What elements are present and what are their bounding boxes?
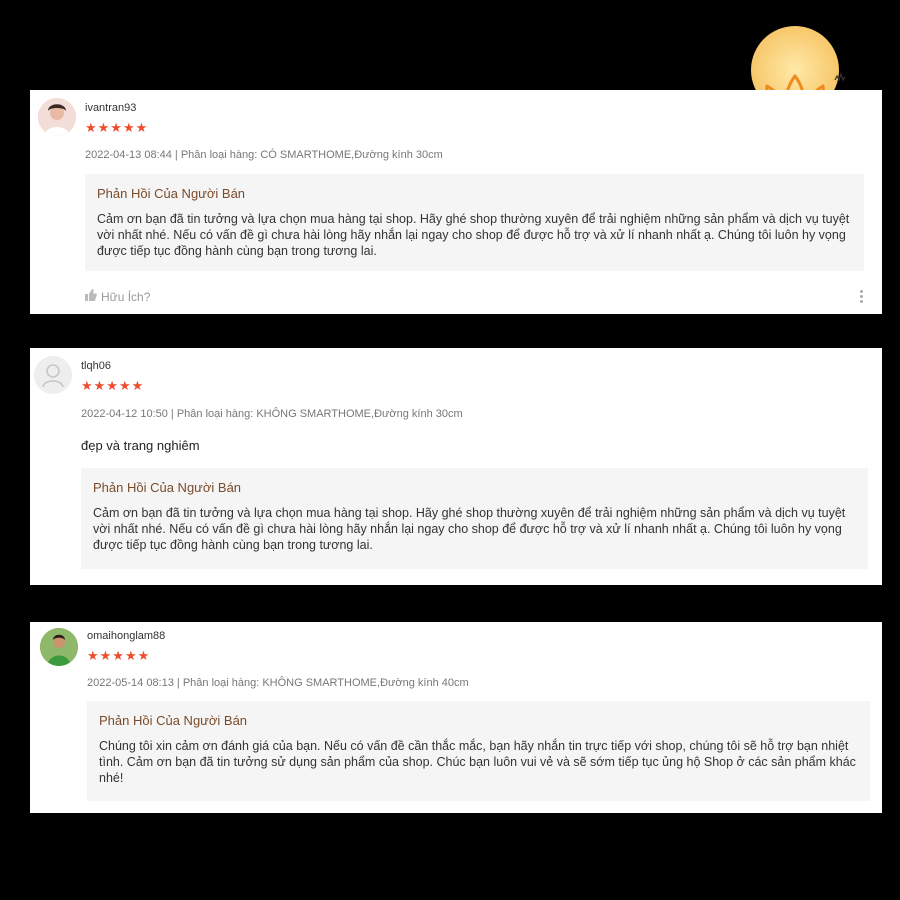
avatar[interactable] (38, 98, 76, 136)
review-meta: 2022-04-13 08:44 | Phân loại hàng: CÓ SM… (85, 149, 443, 161)
star-rating: ★★★★★ (81, 378, 145, 393)
helpful-label: Hữu Ích? (101, 289, 151, 304)
review-meta: 2022-04-12 10:50 | Phân loại hàng: KHÔNG… (81, 408, 463, 420)
reply-title: Phản Hồi Của Người Bán (97, 186, 246, 201)
more-vertical-icon[interactable] (860, 290, 864, 303)
helpful-button[interactable]: Hữu Ích? (84, 289, 150, 304)
seller-reply: Phản Hồi Của Người Bán Cảm ơn bạn đã tin… (85, 174, 864, 271)
review-card: tlqh06 ★★★★★ 2022-04-12 10:50 | Phân loạ… (30, 348, 882, 585)
reply-text: Chúng tôi xin cảm ơn đánh giá của bạn. N… (99, 739, 856, 785)
star-rating: ★★★★★ (85, 120, 149, 135)
default-avatar-icon[interactable] (34, 356, 72, 394)
seller-reply: Phản Hồi Của Người Bán Chúng tôi xin cảm… (87, 701, 870, 801)
review-meta: 2022-05-14 08:13 | Phân loại hàng: KHÔNG… (87, 677, 469, 689)
reply-title: Phản Hồi Của Người Bán (99, 713, 248, 728)
username[interactable]: omaihonglam88 (87, 630, 165, 642)
reply-text: Cảm ơn bạn đã tin tưởng và lựa chọn mua … (93, 506, 846, 552)
thumbs-up-icon (84, 289, 97, 304)
avatar[interactable] (40, 628, 78, 666)
username[interactable]: ivantran93 (85, 102, 136, 114)
reply-title: Phản Hồi Của Người Bán (93, 480, 242, 495)
reply-text: Cảm ơn bạn đã tin tưởng và lựa chọn mua … (97, 212, 850, 258)
seller-reply: Phản Hồi Của Người Bán Cảm ơn bạn đã tin… (81, 468, 868, 569)
review-comment: đẹp và trang nghiêm (81, 438, 200, 453)
username[interactable]: tlqh06 (81, 360, 111, 372)
review-card: ivantran93 ★★★★★ 2022-04-13 08:44 | Phân… (30, 90, 882, 314)
star-rating: ★★★★★ (87, 648, 151, 663)
review-card: omaihonglam88 ★★★★★ 2022-05-14 08:13 | P… (30, 622, 882, 813)
